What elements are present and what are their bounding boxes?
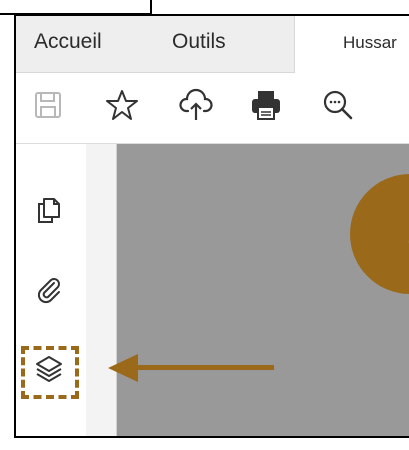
upload-cloud-icon[interactable] [178, 87, 214, 123]
toolbar [16, 73, 409, 144]
panel-gutter [86, 144, 117, 436]
document-tab[interactable]: Hussar [294, 16, 409, 73]
menu-item-outils[interactable]: Outils [172, 30, 226, 54]
bookmark-star-icon[interactable] [104, 87, 140, 123]
document-tab-label: Hussar [343, 33, 397, 52]
zoom-out-icon[interactable] [320, 87, 356, 123]
print-icon[interactable] [248, 87, 284, 123]
menu-bar: Accueil Outils Hussar [16, 16, 409, 73]
document-canvas[interactable] [117, 144, 409, 436]
pointer-arrow-head [108, 354, 138, 382]
menu-item-accueil[interactable]: Accueil [34, 30, 102, 54]
pages-icon[interactable] [34, 194, 64, 224]
top-frame-notch [0, 0, 152, 15]
save-icon[interactable] [30, 87, 66, 123]
pointer-arrow-shaft [136, 365, 274, 370]
app-window: Accueil Outils Hussar [14, 14, 409, 438]
attachment-icon[interactable] [34, 274, 64, 304]
layers-highlight-box [21, 346, 79, 399]
